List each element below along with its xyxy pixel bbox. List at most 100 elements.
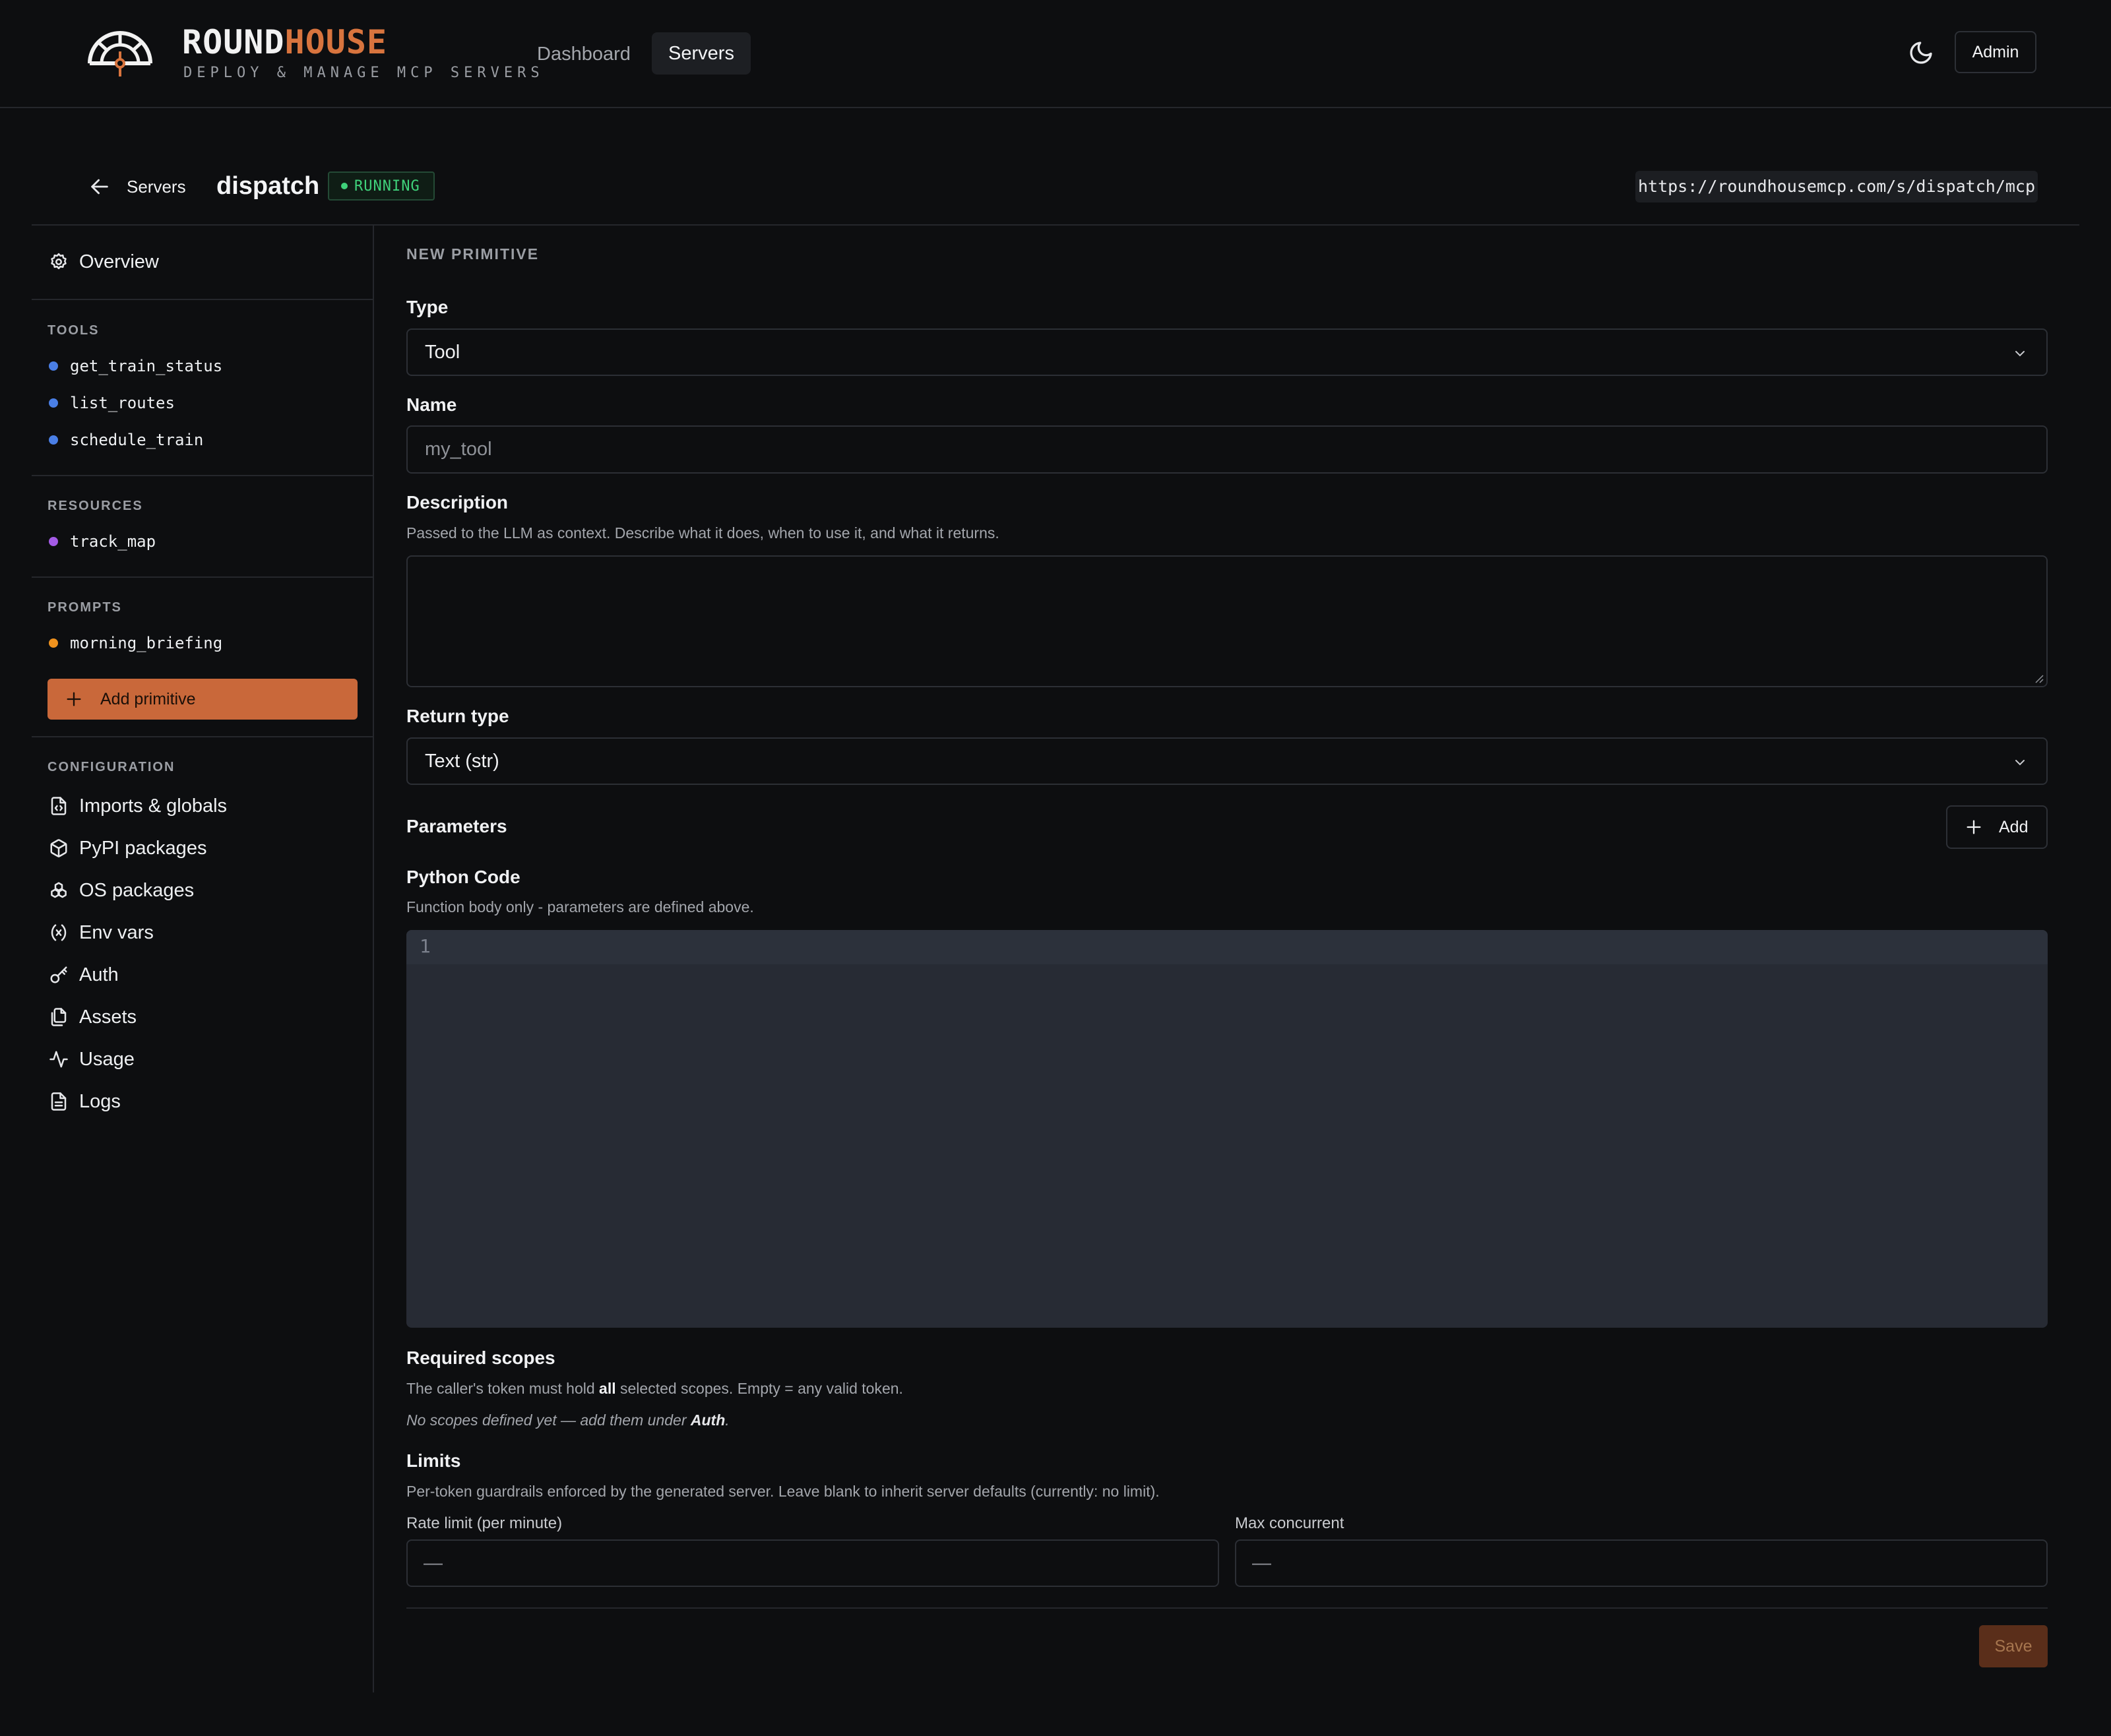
required-scopes-help: The caller's token must hold all selecte… — [406, 1380, 903, 1398]
top-bar: ROUNDHOUSE DEPLOY & MANAGE MCP SERVERS D… — [0, 0, 2111, 108]
sidebar-item-label: Env vars — [79, 921, 154, 943]
max-concurrent-label: Max concurrent — [1235, 1514, 1344, 1532]
scopes-empty-text: No scopes defined yet — add them under — [406, 1411, 691, 1429]
tool-name: get_train_status — [70, 357, 223, 375]
tool-dot — [49, 435, 58, 445]
max-concurrent-input[interactable]: — — [1235, 1539, 2048, 1587]
status-badge: RUNNING — [328, 171, 435, 201]
chevron-down-icon — [2015, 351, 2025, 357]
header-divider — [32, 224, 2079, 226]
server-title: dispatch — [216, 172, 320, 200]
moon-icon[interactable] — [1908, 40, 1934, 66]
sidebar-item-label: OS packages — [79, 879, 195, 901]
limits-help: Per-token guardrails enforced by the gen… — [406, 1483, 1160, 1500]
save-button[interactable]: Save — [1979, 1625, 2048, 1667]
sidebar-divider — [32, 576, 373, 578]
sidebar-item-logs[interactable]: Logs — [49, 1085, 121, 1118]
rate-limit-input[interactable]: — — [406, 1539, 1219, 1587]
section-label-prompts: PROMPTS — [47, 600, 122, 615]
prompt-name: morning_briefing — [70, 634, 223, 652]
resource-name: track_map — [70, 532, 156, 551]
scopes-empty-message: No scopes defined yet — add them under A… — [406, 1411, 730, 1429]
scopes-help-text: The caller's token must hold — [406, 1380, 600, 1397]
tool-dot — [49, 398, 58, 408]
add-primitive-label: Add primitive — [100, 689, 196, 708]
type-label: Type — [406, 297, 449, 317]
activity-icon — [49, 1051, 68, 1068]
sidebar-item-imports[interactable]: Imports & globals — [49, 790, 227, 822]
tool-name: list_routes — [70, 394, 175, 412]
sidebar-tool-item[interactable]: get_train_status — [49, 353, 222, 379]
sidebar-item-label: Overview — [79, 251, 159, 272]
line-number: 1 — [420, 935, 431, 957]
resource-dot — [49, 537, 58, 546]
sidebar-resource-item[interactable]: track_map — [49, 528, 156, 555]
scopes-empty-text: . — [725, 1411, 730, 1429]
sidebar-item-label: Imports & globals — [79, 795, 228, 817]
file-text-icon — [51, 1092, 67, 1111]
sidebar-divider — [32, 475, 373, 476]
nav-servers[interactable]: Servers — [652, 32, 751, 75]
sidebar-item-overview[interactable]: Overview — [49, 245, 159, 278]
return-type-value: Text (str) — [425, 751, 499, 772]
back-arrow-icon[interactable] — [88, 175, 111, 198]
add-primitive-button[interactable]: Add primitive — [47, 679, 358, 720]
roundhouse-logo-icon[interactable] — [86, 29, 154, 78]
scopes-help-emphasis: all — [599, 1380, 616, 1397]
file-code-icon — [51, 797, 67, 815]
brand-tagline: DEPLOY & MANAGE MCP SERVERS — [183, 65, 544, 81]
resize-handle-icon[interactable] — [2033, 673, 2044, 683]
section-label-tools: TOOLS — [47, 323, 100, 338]
nav-dashboard[interactable]: Dashboard — [528, 33, 640, 75]
brand-part-house: HOUSE — [284, 23, 388, 61]
sidebar-item-os-packages[interactable]: OS packages — [49, 874, 194, 907]
sidebar-item-label: PyPI packages — [79, 837, 207, 859]
plus-icon — [67, 692, 81, 706]
description-label: Description — [406, 492, 509, 512]
sidebar-item-assets[interactable]: Assets — [49, 1001, 137, 1034]
brand-name[interactable]: ROUNDHOUSE — [182, 22, 387, 62]
name-label: Name — [406, 394, 457, 415]
required-scopes-label: Required scopes — [406, 1348, 555, 1368]
breadcrumb-servers[interactable]: Servers — [127, 174, 186, 199]
sidebar-item-label: Auth — [79, 964, 119, 985]
sidebar-item-usage[interactable]: Usage — [49, 1043, 135, 1076]
sidebar-tool-item[interactable]: list_routes — [49, 390, 175, 416]
files-icon — [51, 1008, 67, 1026]
sidebar-item-pypi[interactable]: PyPI packages — [49, 832, 206, 865]
plus-icon — [1967, 820, 1981, 834]
sidebar-item-label: Assets — [79, 1006, 137, 1028]
name-input[interactable]: my_tool — [406, 425, 2048, 474]
gear-icon — [51, 253, 67, 270]
sidebar-item-auth[interactable]: Auth — [49, 958, 119, 991]
add-parameter-button[interactable]: Add — [1946, 805, 2048, 849]
code-active-line — [406, 930, 2048, 964]
rate-limit-label: Rate limit (per minute) — [406, 1514, 563, 1532]
sidebar-tool-item[interactable]: schedule_train — [49, 427, 203, 453]
rate-limit-placeholder: — — [424, 1553, 443, 1574]
server-url[interactable]: https://roundhousemcp.com/s/dispatch/mcp — [1635, 171, 2038, 202]
name-placeholder: my_tool — [425, 439, 492, 460]
key-icon — [50, 966, 67, 983]
section-label-configuration: CONFIGURATION — [47, 760, 175, 774]
boxes-icon — [51, 882, 67, 898]
limits-label: Limits — [406, 1450, 461, 1471]
parameters-label: Parameters — [406, 816, 507, 836]
form-divider — [406, 1607, 2048, 1609]
python-code-label: Python Code — [406, 867, 520, 887]
section-label-resources: RESOURCES — [47, 499, 143, 513]
return-type-label: Return type — [406, 706, 509, 726]
sidebar-item-label: Logs — [79, 1090, 121, 1112]
variable-icon — [51, 924, 67, 941]
tool-name: schedule_train — [70, 431, 204, 449]
sidebar-divider — [373, 226, 374, 1692]
description-textarea[interactable] — [406, 555, 2048, 687]
sidebar-item-env-vars[interactable]: Env vars — [49, 916, 154, 949]
return-type-select[interactable]: Text (str) — [406, 737, 2048, 785]
admin-button[interactable]: Admin — [1955, 31, 2036, 73]
brand-part-round: ROUND — [182, 23, 285, 61]
code-editor[interactable]: 1 — [406, 930, 2048, 1328]
status-dot — [341, 183, 348, 189]
sidebar-prompt-item[interactable]: morning_briefing — [49, 630, 222, 656]
type-select[interactable]: Tool — [406, 328, 2048, 376]
